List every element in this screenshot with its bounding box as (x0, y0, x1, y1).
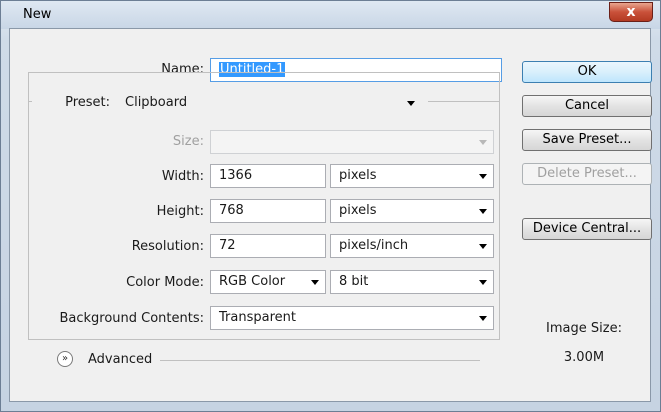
resolution-label: Resolution: (131, 239, 204, 254)
width-label: Width: (161, 169, 204, 184)
chevron-down-icon (479, 244, 487, 249)
width-unit-value: pixels (339, 168, 377, 183)
advanced-divider (160, 360, 480, 361)
resolution-input-value: 72 (219, 238, 236, 253)
background-contents-select[interactable]: Transparent (210, 306, 494, 330)
color-mode-label: Color Mode: (126, 275, 204, 290)
preset-label: Preset: (65, 95, 110, 110)
height-unit-select[interactable]: pixels (330, 199, 494, 223)
group-border-right (428, 101, 500, 102)
height-unit-value: pixels (339, 203, 377, 218)
color-mode-select[interactable]: RGB Color (210, 270, 326, 294)
color-mode-value: RGB Color (219, 274, 286, 289)
window-title: New (23, 7, 52, 22)
bit-depth-select[interactable]: 8 bit (330, 270, 494, 294)
resolution-unit-select[interactable]: pixels/inch (330, 234, 494, 258)
ok-button[interactable]: OK (522, 61, 652, 83)
bit-depth-value: 8 bit (339, 274, 369, 289)
preset-select[interactable]: Clipboard (116, 91, 422, 115)
device-central-button[interactable]: Device Central... (522, 218, 652, 240)
size-select[interactable] (210, 130, 494, 154)
close-button[interactable]: x (609, 2, 653, 22)
image-size-value: 3.00M (563, 350, 605, 365)
height-label: Height: (156, 204, 204, 219)
delete-preset-button[interactable]: Delete Preset... (522, 163, 652, 185)
chevron-down-icon (311, 280, 319, 285)
close-icon: x (626, 4, 636, 20)
height-input-value: 768 (219, 203, 244, 218)
width-input[interactable]: 1366 (210, 164, 326, 188)
chevron-down-icon (479, 209, 487, 214)
image-size-label: Image Size: (546, 321, 622, 336)
width-input-value: 1366 (219, 168, 253, 183)
double-chevron-down-icon[interactable]: » (57, 351, 73, 367)
chevron-down-icon (479, 140, 487, 145)
chevron-down-icon (407, 101, 415, 106)
background-contents-label: Background Contents: (59, 311, 204, 326)
chevron-down-icon (479, 280, 487, 285)
advanced-toggle[interactable]: Advanced (88, 352, 152, 367)
chevron-down-icon (479, 174, 487, 179)
resolution-unit-value: pixels/inch (339, 238, 409, 253)
title-bar[interactable]: New x (1, 1, 660, 29)
height-input[interactable]: 768 (210, 199, 326, 223)
background-contents-value: Transparent (219, 310, 296, 325)
save-preset-button[interactable]: Save Preset... (522, 129, 652, 151)
preset-select-value: Clipboard (125, 95, 188, 110)
cancel-button[interactable]: Cancel (522, 95, 652, 117)
chevron-down-icon (479, 316, 487, 321)
resolution-input[interactable]: 72 (210, 234, 326, 258)
width-unit-select[interactable]: pixels (330, 164, 494, 188)
size-label: Size: (172, 134, 204, 149)
